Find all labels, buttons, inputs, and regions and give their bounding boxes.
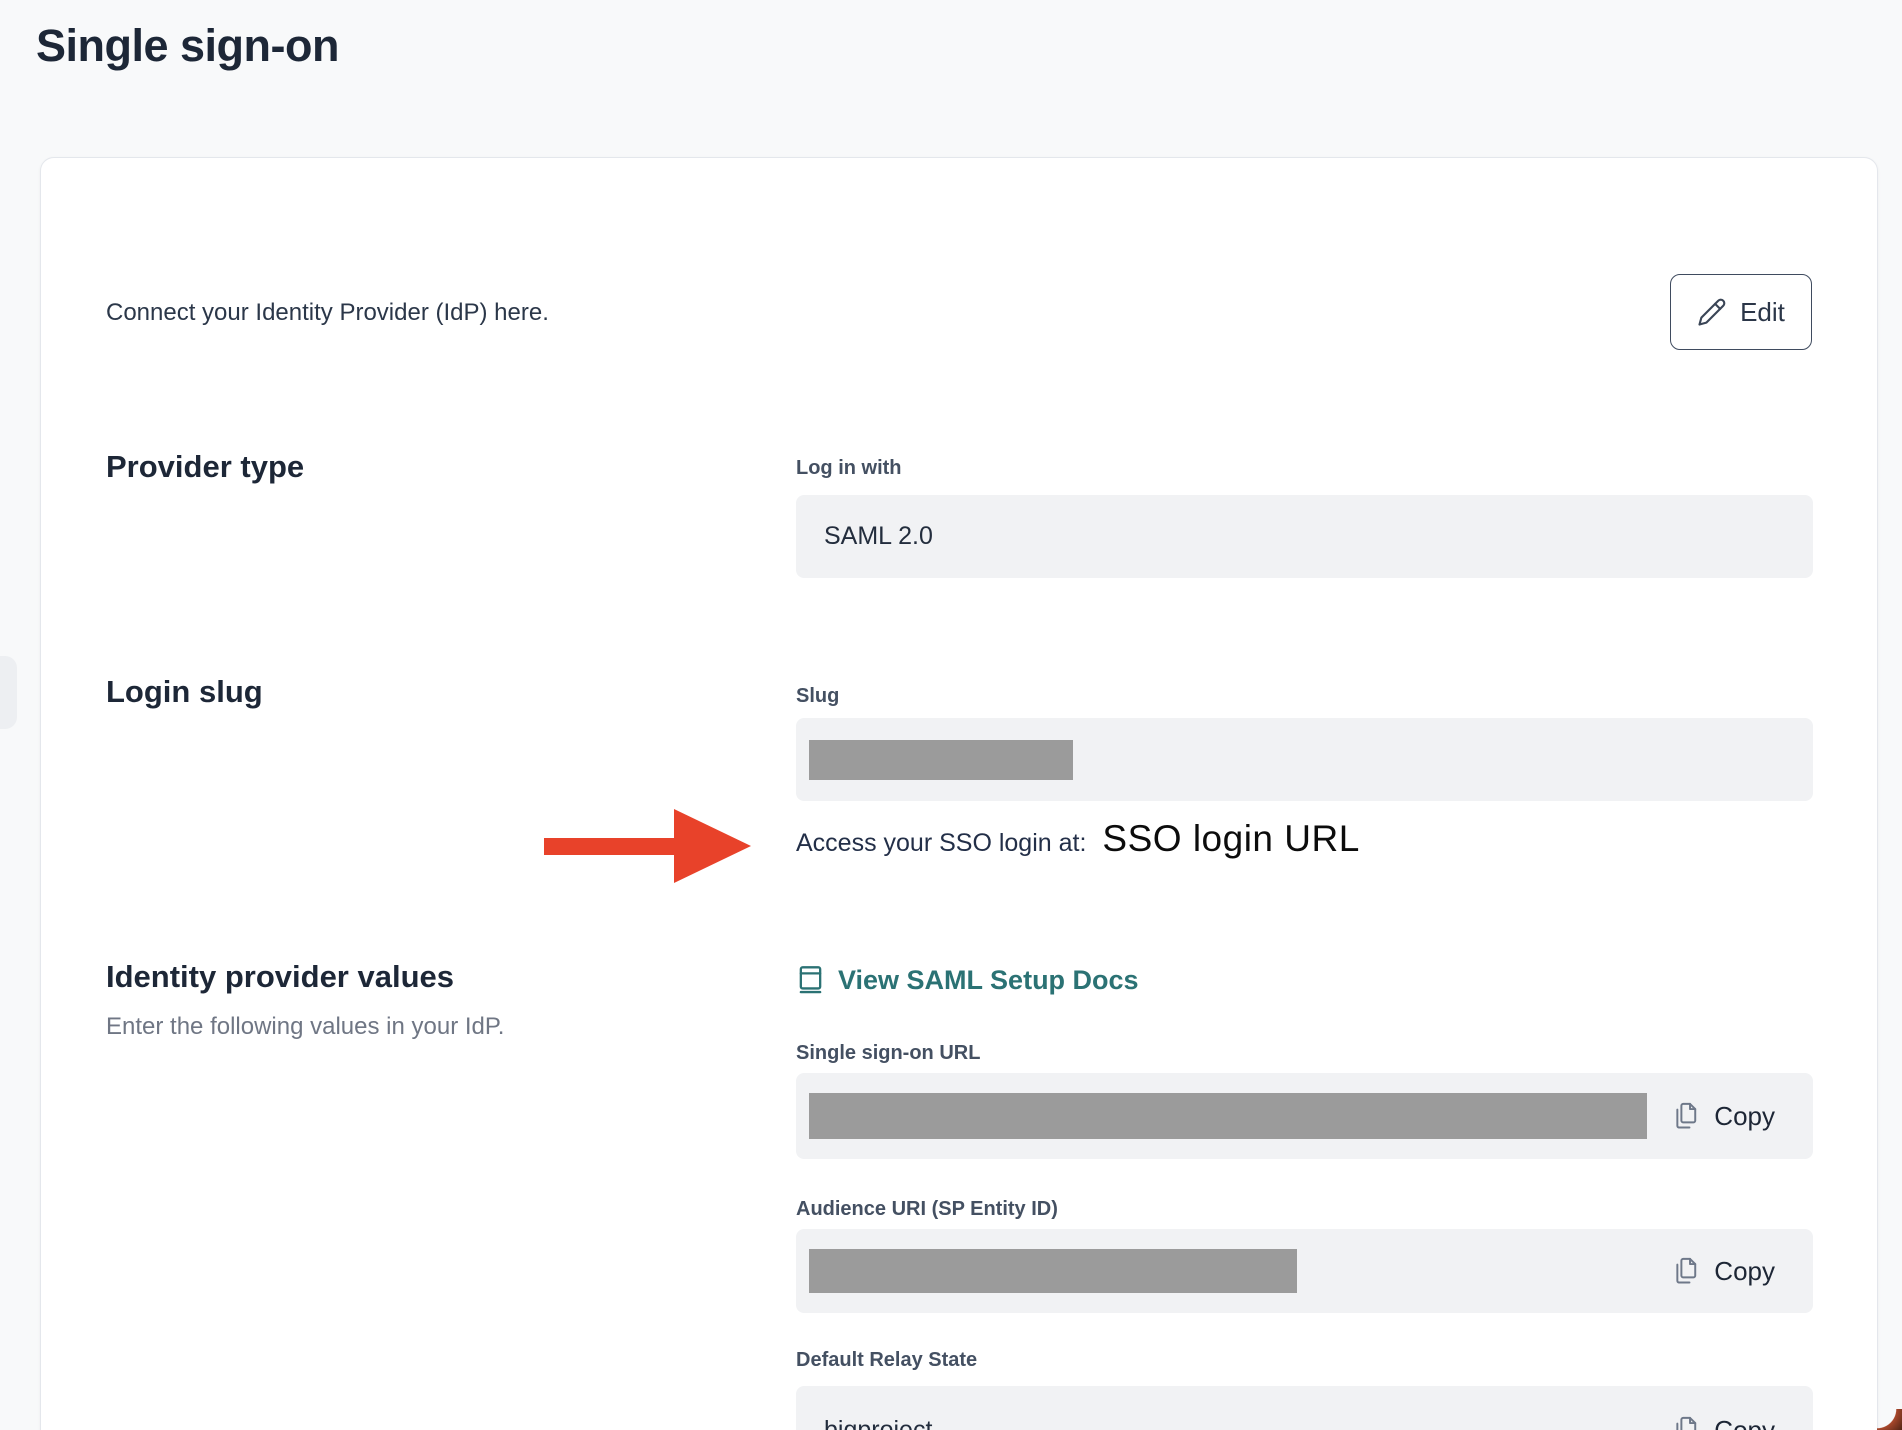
audience-uri-value-box: Copy	[796, 1229, 1813, 1313]
side-peek-tab[interactable]	[0, 656, 17, 729]
sso-settings-card: Connect your Identity Provider (IdP) her…	[40, 157, 1878, 1430]
copy-icon	[1672, 1415, 1700, 1430]
docs-book-icon	[796, 964, 825, 996]
redacted-sso-url-value	[809, 1093, 1647, 1139]
login-slug-heading: Login slug	[106, 674, 263, 710]
idp-values-heading: Identity provider values	[106, 959, 454, 995]
default-relay-state-label: Default Relay State	[796, 1349, 977, 1372]
redacted-slug-value	[809, 740, 1073, 780]
pencil-icon	[1697, 297, 1727, 327]
annotation-arrow-head	[674, 809, 751, 883]
copy-button-label: Copy	[1714, 1256, 1775, 1287]
sso-login-url-annotation: SSO login URL	[1102, 818, 1359, 860]
default-relay-state-value-box: bigproject Copy	[796, 1386, 1813, 1430]
sso-access-line: Access your SSO login at: SSO login URL	[796, 818, 1360, 860]
provider-type-heading: Provider type	[106, 449, 304, 485]
intro-text: Connect your Identity Provider (IdP) her…	[106, 299, 549, 327]
provider-type-value-box: SAML 2.0	[796, 495, 1813, 578]
login-with-label: Log in with	[796, 457, 902, 480]
copy-button-label: Copy	[1714, 1101, 1775, 1132]
audience-uri-label: Audience URI (SP Entity ID)	[796, 1198, 1058, 1221]
copy-sso-url-button[interactable]: Copy	[1672, 1101, 1775, 1132]
default-relay-state-value: bigproject	[796, 1416, 932, 1430]
annotation-arrow-shaft	[544, 838, 676, 855]
copy-icon	[1672, 1101, 1700, 1131]
edit-button[interactable]: Edit	[1670, 274, 1812, 350]
copy-audience-uri-button[interactable]: Copy	[1672, 1256, 1775, 1287]
slug-label: Slug	[796, 685, 839, 708]
copy-relay-state-button[interactable]: Copy	[1672, 1415, 1775, 1430]
copy-button-label: Copy	[1714, 1415, 1775, 1430]
corner-red-shape	[1877, 1409, 1902, 1430]
view-saml-docs-link[interactable]: View SAML Setup Docs	[796, 964, 1139, 996]
page-title: Single sign-on	[36, 20, 339, 72]
sso-url-label: Single sign-on URL	[796, 1042, 980, 1065]
copy-icon	[1672, 1256, 1700, 1286]
access-prefix-text: Access your SSO login at:	[796, 829, 1086, 858]
edit-button-label: Edit	[1740, 297, 1785, 328]
idp-values-subheading: Enter the following values in your IdP.	[106, 1013, 504, 1041]
sso-url-value-box: Copy	[796, 1073, 1813, 1159]
slug-value-box	[796, 718, 1813, 801]
redacted-audience-uri-value	[809, 1249, 1297, 1293]
provider-type-value: SAML 2.0	[796, 522, 933, 551]
view-saml-docs-label: View SAML Setup Docs	[838, 965, 1139, 996]
